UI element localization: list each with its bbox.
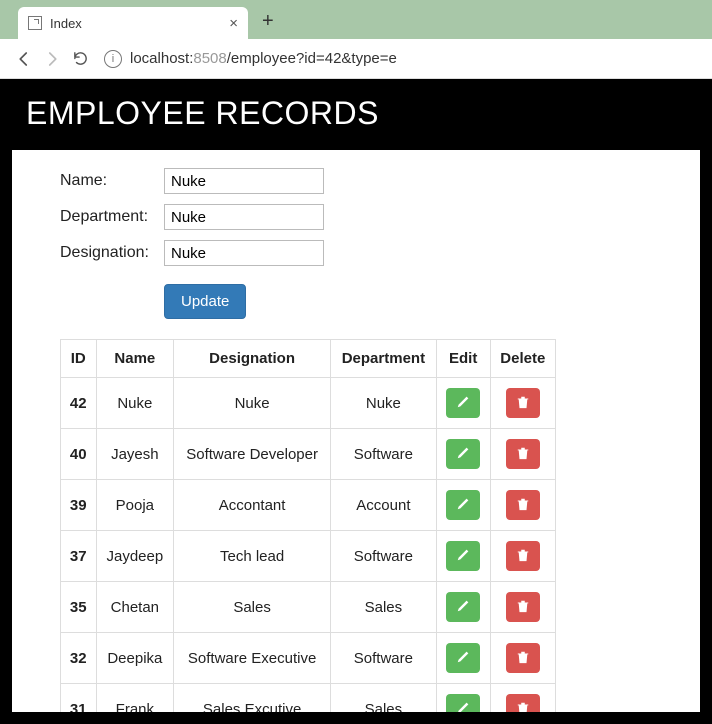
department-input[interactable] xyxy=(164,204,324,230)
th-name: Name xyxy=(96,340,174,378)
cell-designation: Tech lead xyxy=(174,531,331,582)
cell-id: 32 xyxy=(61,633,97,684)
delete-button[interactable] xyxy=(506,643,540,673)
trash-icon xyxy=(516,497,530,514)
th-delete: Delete xyxy=(490,340,555,378)
cell-department: Account xyxy=(331,480,437,531)
url-display[interactable]: localhost:8508/employee?id=42&type=e xyxy=(130,50,397,67)
edit-button[interactable] xyxy=(446,388,480,418)
site-info-icon[interactable]: i xyxy=(104,50,122,68)
trash-icon xyxy=(516,395,530,412)
reload-button[interactable] xyxy=(66,45,94,73)
cell-department: Software xyxy=(331,429,437,480)
trash-icon xyxy=(516,599,530,616)
th-department: Department xyxy=(331,340,437,378)
cell-department: Software xyxy=(331,531,437,582)
employee-table: ID Name Designation Department Edit Dele… xyxy=(60,339,556,712)
browser-tab[interactable]: Index × xyxy=(18,7,248,39)
trash-icon xyxy=(516,701,530,713)
cell-name: Pooja xyxy=(96,480,174,531)
cell-designation: Software Executive xyxy=(174,633,331,684)
cell-name: Chetan xyxy=(96,582,174,633)
cell-id: 42 xyxy=(61,378,97,429)
browser-tab-strip: Index × + xyxy=(0,0,712,39)
edit-button[interactable] xyxy=(446,592,480,622)
edit-icon xyxy=(456,650,470,667)
cell-name: Jayesh xyxy=(96,429,174,480)
delete-button[interactable] xyxy=(506,541,540,571)
cell-name: Nuke xyxy=(96,378,174,429)
edit-icon xyxy=(456,446,470,463)
cell-department: Software xyxy=(331,633,437,684)
cell-name: Jaydeep xyxy=(96,531,174,582)
page-title: EMPLOYEE RECORDS xyxy=(12,79,700,150)
table-row: 40JayeshSoftware DeveloperSoftware xyxy=(61,429,556,480)
url-host: localhost: xyxy=(130,50,193,67)
cell-name: Frank xyxy=(96,684,174,713)
edit-button[interactable] xyxy=(446,439,480,469)
cell-designation: Software Developer xyxy=(174,429,331,480)
cell-designation: Accontant xyxy=(174,480,331,531)
trash-icon xyxy=(516,446,530,463)
delete-button[interactable] xyxy=(506,694,540,712)
edit-icon xyxy=(456,497,470,514)
edit-button[interactable] xyxy=(446,643,480,673)
forward-button[interactable] xyxy=(38,45,66,73)
employee-form: Name: Department: Designation: Update xyxy=(12,150,700,329)
url-path: /employee?id=42&type=e xyxy=(227,50,397,67)
designation-label: Designation: xyxy=(60,244,164,262)
close-tab-icon[interactable]: × xyxy=(229,15,238,32)
delete-button[interactable] xyxy=(506,490,540,520)
cell-department: Nuke xyxy=(331,378,437,429)
th-id: ID xyxy=(61,340,97,378)
table-row: 39PoojaAccontantAccount xyxy=(61,480,556,531)
trash-icon xyxy=(516,650,530,667)
table-header-row: ID Name Designation Department Edit Dele… xyxy=(61,340,556,378)
table-row: 32DeepikaSoftware ExecutiveSoftware xyxy=(61,633,556,684)
update-button[interactable]: Update xyxy=(164,284,246,319)
edit-button[interactable] xyxy=(446,694,480,712)
cell-id: 40 xyxy=(61,429,97,480)
edit-button[interactable] xyxy=(446,490,480,520)
edit-icon xyxy=(456,599,470,616)
table-row: 37JaydeepTech leadSoftware xyxy=(61,531,556,582)
new-tab-button[interactable]: + xyxy=(248,10,288,39)
address-bar: i localhost:8508/employee?id=42&type=e xyxy=(0,39,712,79)
cell-id: 35 xyxy=(61,582,97,633)
department-label: Department: xyxy=(60,208,164,226)
table-row: 42NukeNukeNuke xyxy=(61,378,556,429)
edit-icon xyxy=(456,548,470,565)
delete-button[interactable] xyxy=(506,439,540,469)
edit-button[interactable] xyxy=(446,541,480,571)
delete-button[interactable] xyxy=(506,388,540,418)
cell-designation: Sales Excutive xyxy=(174,684,331,713)
cell-id: 37 xyxy=(61,531,97,582)
table-row: 35ChetanSalesSales xyxy=(61,582,556,633)
cell-designation: Nuke xyxy=(174,378,331,429)
cell-department: Sales xyxy=(331,582,437,633)
edit-icon xyxy=(456,395,470,412)
cell-id: 31 xyxy=(61,684,97,713)
back-button[interactable] xyxy=(10,45,38,73)
designation-input[interactable] xyxy=(164,240,324,266)
url-port: 8508 xyxy=(193,50,226,67)
name-input[interactable] xyxy=(164,168,324,194)
delete-button[interactable] xyxy=(506,592,540,622)
th-edit: Edit xyxy=(436,340,490,378)
cell-designation: Sales xyxy=(174,582,331,633)
tab-title: Index xyxy=(50,16,229,31)
cell-name: Deepika xyxy=(96,633,174,684)
th-designation: Designation xyxy=(174,340,331,378)
page-viewport: EMPLOYEE RECORDS Name: Department: Desig… xyxy=(12,79,700,712)
page-favicon-icon xyxy=(28,16,42,30)
cell-id: 39 xyxy=(61,480,97,531)
edit-icon xyxy=(456,701,470,713)
table-row: 31FrankSales ExcutiveSales xyxy=(61,684,556,713)
name-label: Name: xyxy=(60,172,164,190)
trash-icon xyxy=(516,548,530,565)
cell-department: Sales xyxy=(331,684,437,713)
